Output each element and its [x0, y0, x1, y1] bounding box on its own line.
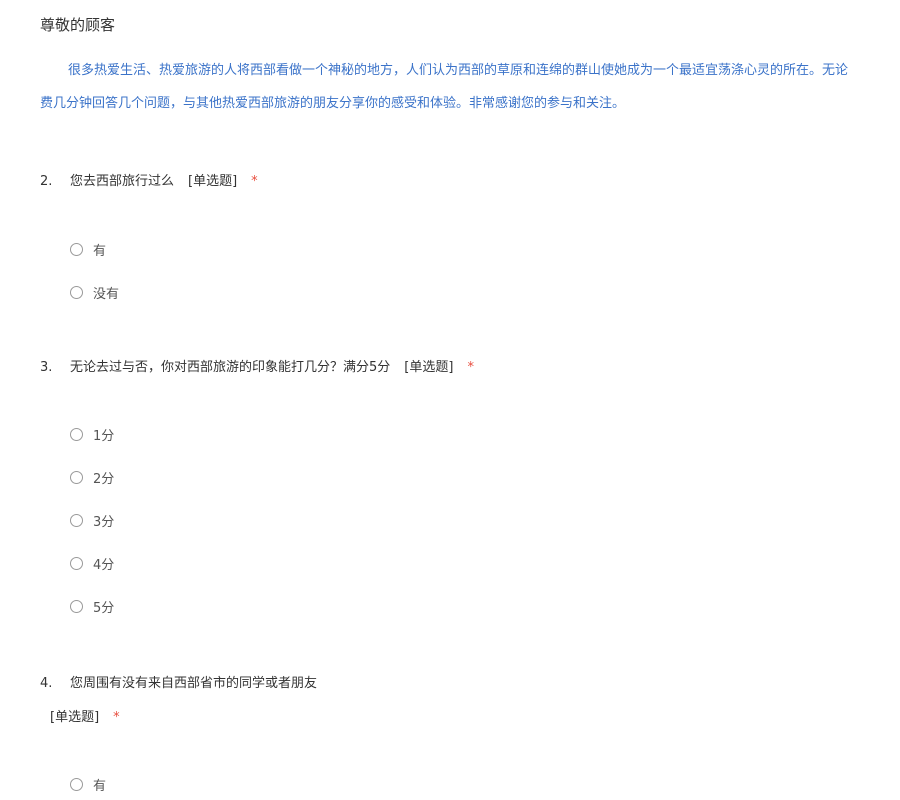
option-label: 5分 [93, 600, 115, 616]
survey-intro-line-1: 很多热爱生活、热爱旅游的人将西部看做一个神秘的地方，人们认为西部的草原和连绵的群… [68, 63, 849, 78]
option-label: 没有 [93, 286, 120, 302]
required-asterisk: * [113, 710, 120, 725]
survey-intro: 很多热爱生活、热爱旅游的人将西部看做一个神秘的地方，人们认为西部的草原和连绵的群… [40, 54, 900, 120]
radio-button[interactable] [70, 556, 83, 570]
option-label: 有 [93, 243, 107, 259]
radio-button[interactable] [70, 513, 83, 527]
option-label: 1分 [93, 428, 115, 444]
radio-button[interactable] [70, 470, 83, 484]
question-text: 您去西部旅行过么 [70, 174, 175, 189]
survey-intro-line-2: 费几分钟回答几个问题，与其他热爱西部旅游的朋友分享你的感受和体验。非常感谢您的参… [40, 96, 626, 111]
q2-option-no[interactable]: 没有 [70, 283, 120, 302]
question-text: 无论去过与否，你对西部旅游的印象能打几分？满分5分 [70, 360, 391, 375]
q3-option-3[interactable]: 3分 [70, 511, 115, 530]
question-number: 4. [40, 676, 53, 691]
q2-option-yes[interactable]: 有 [70, 240, 107, 259]
question-2-title: 2. 您去西部旅行过么 [单选题] * [40, 170, 258, 189]
radio-button[interactable] [70, 599, 83, 613]
question-type-label: [单选题] [404, 360, 454, 375]
question-number: 2. [40, 174, 53, 189]
q3-option-4[interactable]: 4分 [70, 554, 115, 573]
q3-option-1[interactable]: 1分 [70, 425, 115, 444]
q3-option-2[interactable]: 2分 [70, 468, 115, 487]
survey-greeting: 尊敬的顾客 [40, 16, 116, 34]
radio-button[interactable] [70, 777, 83, 791]
option-label: 3分 [93, 514, 115, 530]
q3-option-5[interactable]: 5分 [70, 597, 115, 616]
radio-button[interactable] [70, 427, 83, 441]
radio-button[interactable] [70, 285, 83, 299]
required-asterisk: * [467, 360, 474, 375]
q4-option-yes[interactable]: 有 [70, 775, 107, 794]
question-4-title: 4. 您周围有没有来自西部省市的同学或者朋友 [40, 672, 317, 691]
question-text: 您周围有没有来自西部省市的同学或者朋友 [70, 676, 318, 691]
question-3-title: 3. 无论去过与否，你对西部旅游的印象能打几分？满分5分 [单选题] * [40, 356, 474, 375]
radio-button[interactable] [70, 242, 83, 256]
option-label: 2分 [93, 471, 115, 487]
question-type-label: [单选题] [50, 710, 100, 725]
option-label: 4分 [93, 557, 115, 573]
question-4-type-line: [单选题] * [50, 706, 120, 725]
question-number: 3. [40, 360, 53, 375]
required-asterisk: * [251, 174, 258, 189]
question-type-label: [单选题] [188, 174, 238, 189]
option-label: 有 [93, 778, 107, 794]
